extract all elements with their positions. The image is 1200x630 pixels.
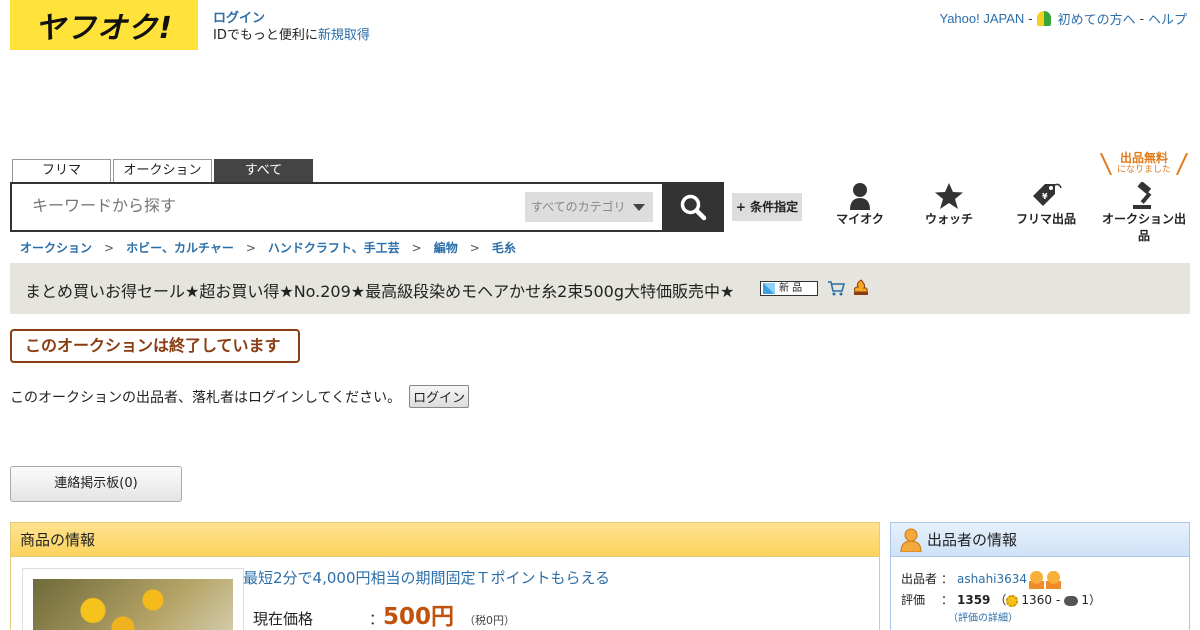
breadcrumb-item[interactable]: ホビー、カルチャー (126, 239, 234, 256)
product-info-heading: 商品の情報 (11, 523, 879, 557)
rating-colon: ： (940, 593, 953, 607)
beginner-leaf-icon (1036, 11, 1051, 26)
rating-bad-count: 1） (1081, 593, 1101, 607)
seller-info-heading: 出品者の情報 (891, 523, 1189, 557)
person-icon (850, 183, 870, 210)
seller-details: 出品者 ： ashahi3634 評価 ： 1359 （ 1360 - 1） (901, 569, 1101, 611)
nav-watch[interactable]: ウォッチ (915, 180, 983, 227)
breadcrumb-separator: > (245, 240, 256, 255)
good-rating-icon (1006, 594, 1019, 607)
yahuoku-logo[interactable]: ヤフオク! (10, 0, 198, 50)
product-info-panel: 商品の情報 最短2分で4,000円相当の期間固定Ｔポイントもらえる 現在価格 ：… (10, 522, 880, 630)
item-title: まとめ買いお得セール★超お買い得★No.209★最高級段染めモヘアかせ糸2束50… (25, 282, 735, 301)
seller-person-icon (900, 528, 922, 552)
seller-label: 出品者 (901, 572, 938, 586)
nav-auction-listing-label: オークション出品 (1101, 212, 1186, 243)
price-label: 現在価格 (253, 610, 314, 628)
bad-rating-icon (1064, 595, 1079, 606)
category-select[interactable]: すべてのカテゴリ (525, 192, 653, 222)
rating-label: 評価 (901, 593, 926, 607)
rating-total[interactable]: 1359 (957, 590, 990, 611)
rating-detail-link[interactable]: （評価の詳細） (948, 609, 1018, 624)
first-time-link[interactable]: 初めての方へ (1058, 9, 1136, 28)
condition-button[interactable]: + 条件指定 (732, 193, 802, 221)
nav-my-auction[interactable]: マイオク (826, 180, 894, 227)
rating-open-paren: （ (994, 593, 1007, 607)
signup-line: IDでもっと便利に新規取得 (213, 27, 370, 44)
auction-ended-notice: このオークションは終了しています (10, 329, 300, 363)
seller-name-row: 出品者 ： ashahi3634 (901, 569, 1101, 590)
yahoo-japan-link[interactable]: Yahoo! JAPAN (939, 11, 1024, 26)
tab-auction[interactable]: オークション (113, 159, 212, 183)
search-tabs: フリマ オークション すべて (12, 159, 313, 183)
login-link[interactable]: ログイン (213, 10, 370, 27)
seller-heading-text: 出品者の情報 (927, 531, 1018, 549)
signup-prefix: IDでもっと便利に (213, 28, 318, 43)
tab-flea-market[interactable]: フリマ (12, 159, 111, 183)
top-links: Yahoo! JAPAN - 初めての方へ - ヘルプ (939, 9, 1187, 28)
top-separator: - (1139, 11, 1144, 26)
current-price: 500円 (383, 604, 455, 630)
signup-link[interactable]: 新規取得 (318, 28, 370, 43)
login-note: このオークションの出品者、落札者はログインしてください。 ログイン (10, 385, 470, 408)
free-badge-subtext: になりました (1116, 165, 1171, 175)
free-listing-badge: 出品無料 になりました (1103, 152, 1185, 176)
price-tax: （税0円） (464, 614, 516, 627)
cart-icon (828, 281, 845, 296)
free-badge-text: 出品無料 (1119, 151, 1168, 165)
medal-icon (1029, 570, 1045, 589)
breadcrumb: オークション > ホビー、カルチャー > ハンドクラフト、手工芸 > 編物 > … (20, 239, 516, 256)
breadcrumb-separator: > (104, 240, 115, 255)
tab-all[interactable]: すべて (214, 159, 313, 183)
category-select-label: すべてのカテゴリ (531, 200, 626, 214)
price-tag-icon: ¥ (1033, 183, 1062, 206)
message-board-button[interactable]: 連絡掲示板(0) (10, 466, 182, 502)
rating-dash: - (1055, 593, 1061, 607)
search-icon (680, 194, 707, 221)
login-box: ログイン IDでもっと便利に新規取得 (213, 10, 370, 44)
nav-my-auction-label: マイオク (836, 212, 884, 226)
search-input[interactable] (32, 196, 512, 215)
tpoint-promo-link[interactable]: 最短2分で4,000円相当の期間固定Ｔポイントもらえる (243, 567, 610, 588)
product-image[interactable] (33, 579, 233, 630)
nav-flea-listing-label: フリマ出品 (1015, 212, 1076, 226)
logo-text: ヤフオク! (34, 11, 174, 46)
breadcrumb-separator: > (469, 240, 480, 255)
breadcrumb-separator: > (411, 240, 422, 255)
product-image-frame (22, 568, 244, 630)
price-row: 現在価格 ： 500円 （税0円） (253, 597, 515, 630)
gavel-icon (1133, 182, 1152, 209)
seller-name-link[interactable]: ashahi3634 (957, 569, 1027, 590)
breadcrumb-item[interactable]: オークション (20, 239, 92, 256)
medal-icon (1046, 570, 1062, 589)
nav-flea-listing[interactable]: ¥ フリマ出品 (1008, 180, 1084, 227)
seller-info-panel: 出品者の情報 出品者 ： ashahi3634 評価 ： 1359 （ 1360… (890, 522, 1190, 630)
nav-watch-label: ウォッチ (924, 212, 973, 226)
breadcrumb-item[interactable]: 編物 (434, 239, 458, 256)
breadcrumb-item[interactable]: ハンドクラフト、手工芸 (268, 239, 400, 256)
svg-text:¥: ¥ (1042, 192, 1048, 201)
seller-colon: ： (940, 572, 953, 586)
login-note-text: このオークションの出品者、落札者はログインしてください。 (10, 389, 402, 406)
featured-icon (853, 279, 868, 295)
chevron-down-icon (633, 204, 645, 211)
breadcrumb-item[interactable]: 毛糸 (492, 239, 516, 256)
star-icon (935, 183, 963, 209)
price-colon: ： (369, 610, 385, 628)
new-item-badge: 新 品 (760, 281, 818, 296)
seller-rating-row: 評価 ： 1359 （ 1360 - 1） (901, 590, 1101, 611)
help-link[interactable]: ヘルプ (1148, 9, 1187, 28)
rating-good-count: 1360 (1021, 593, 1052, 607)
nav-auction-listing[interactable]: オークション出品 (1097, 180, 1191, 244)
search-button[interactable] (662, 182, 724, 232)
login-button[interactable]: ログイン (409, 385, 470, 408)
top-separator: - (1028, 11, 1033, 26)
search-box: すべてのカテゴリ (10, 182, 664, 232)
item-title-bar: まとめ買いお得セール★超お買い得★No.209★最高級段染めモヘアかせ糸2束50… (10, 263, 1190, 314)
